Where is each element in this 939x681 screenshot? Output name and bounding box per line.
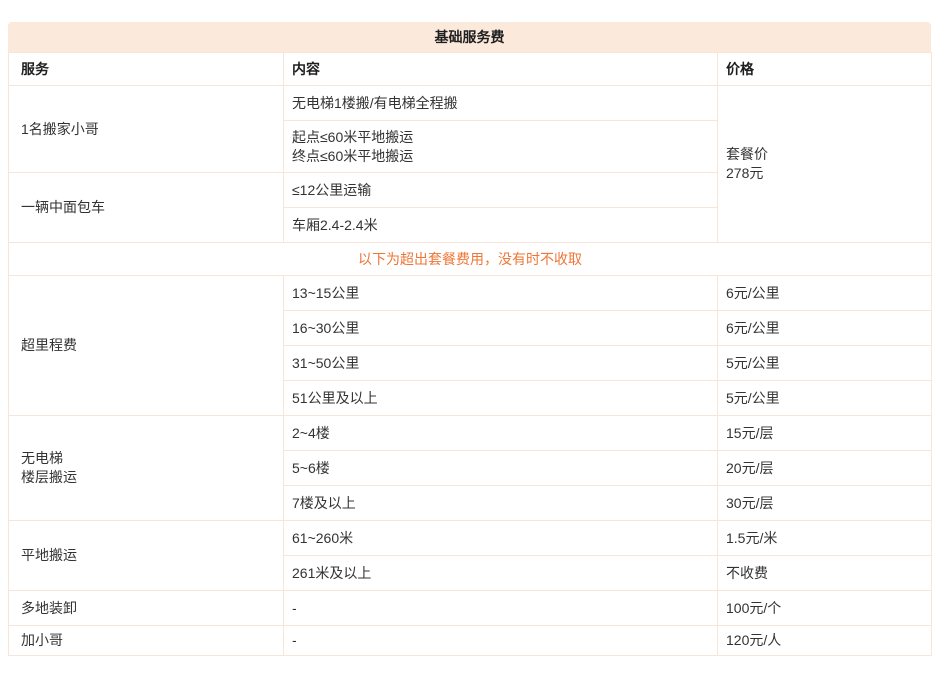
column-header-service: 服务 <box>9 53 284 86</box>
service-cell: 多地装卸 <box>9 591 284 626</box>
service-cell: 平地搬运 <box>9 521 284 591</box>
column-header-price: 价格 <box>718 53 932 86</box>
table-header-row: 服务 内容 价格 <box>9 53 932 86</box>
price-cell: 20元/层 <box>718 451 932 486</box>
content-cell: - <box>284 591 718 626</box>
price-cell: 100元/个 <box>718 591 932 626</box>
price-cell: 6元/公里 <box>718 311 932 346</box>
service-cell: 超里程费 <box>9 276 284 416</box>
table-row: 平地搬运 61~260米 1.5元/米 <box>9 521 932 556</box>
basic-service-fee-table: 基础服务费 服务 内容 价格 1名搬家小哥 无电梯1楼搬/有电梯全程搬 套餐价 … <box>8 22 931 656</box>
table-row: 无电梯 楼层搬运 2~4楼 15元/层 <box>9 416 932 451</box>
service-cell: 一辆中面包车 <box>9 173 284 243</box>
notice-text: 以下为超出套餐费用，没有时不收取 <box>9 243 932 276</box>
service-line: 楼层搬运 <box>21 468 275 487</box>
content-cell: 2~4楼 <box>284 416 718 451</box>
content-cell: - <box>284 626 718 656</box>
content-cell: 31~50公里 <box>284 346 718 381</box>
service-cell: 无电梯 楼层搬运 <box>9 416 284 521</box>
price-cell: 6元/公里 <box>718 276 932 311</box>
price-cell: 15元/层 <box>718 416 932 451</box>
content-cell: 起点≤60米平地搬运 终点≤60米平地搬运 <box>284 121 718 173</box>
content-cell: 13~15公里 <box>284 276 718 311</box>
content-line: 终点≤60米平地搬运 <box>292 147 709 166</box>
service-cell: 加小哥 <box>9 626 284 656</box>
price-line: 278元 <box>726 164 923 183</box>
service-cell: 1名搬家小哥 <box>9 86 284 173</box>
content-cell: 5~6楼 <box>284 451 718 486</box>
table-row: 多地装卸 - 100元/个 <box>9 591 932 626</box>
price-cell: 120元/人 <box>718 626 932 656</box>
service-line: 无电梯 <box>21 449 275 468</box>
table-title: 基础服务费 <box>8 22 931 52</box>
content-cell: ≤12公里运输 <box>284 173 718 208</box>
price-line: 套餐价 <box>726 145 923 164</box>
content-cell: 51公里及以上 <box>284 381 718 416</box>
table-row: 1名搬家小哥 无电梯1楼搬/有电梯全程搬 套餐价 278元 <box>9 86 932 121</box>
content-cell: 61~260米 <box>284 521 718 556</box>
content-cell: 16~30公里 <box>284 311 718 346</box>
content-cell: 261米及以上 <box>284 556 718 591</box>
column-header-content: 内容 <box>284 53 718 86</box>
price-cell: 30元/层 <box>718 486 932 521</box>
price-cell: 5元/公里 <box>718 346 932 381</box>
content-cell: 7楼及以上 <box>284 486 718 521</box>
price-cell: 套餐价 278元 <box>718 86 932 243</box>
price-cell: 不收费 <box>718 556 932 591</box>
price-cell: 5元/公里 <box>718 381 932 416</box>
content-line: 起点≤60米平地搬运 <box>292 128 709 147</box>
table-row: 超里程费 13~15公里 6元/公里 <box>9 276 932 311</box>
notice-row: 以下为超出套餐费用，没有时不收取 <box>9 243 932 276</box>
pricing-table: 服务 内容 价格 1名搬家小哥 无电梯1楼搬/有电梯全程搬 套餐价 278元 起… <box>8 52 932 656</box>
content-cell: 无电梯1楼搬/有电梯全程搬 <box>284 86 718 121</box>
content-cell: 车厢2.4-2.4米 <box>284 208 718 243</box>
price-cell: 1.5元/米 <box>718 521 932 556</box>
table-row: 加小哥 - 120元/人 <box>9 626 932 656</box>
